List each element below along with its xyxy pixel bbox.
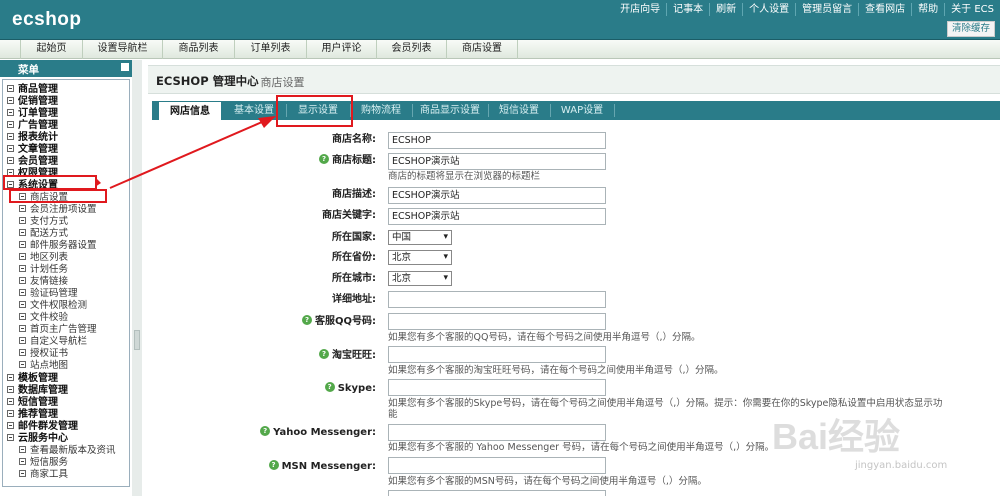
baidu-watermark: Bai经验 jingyan.baidu.com <box>760 408 960 478</box>
watermark-url: jingyan.baidu.com <box>855 460 948 471</box>
watermark-logo: Bai经验 <box>772 416 901 457</box>
